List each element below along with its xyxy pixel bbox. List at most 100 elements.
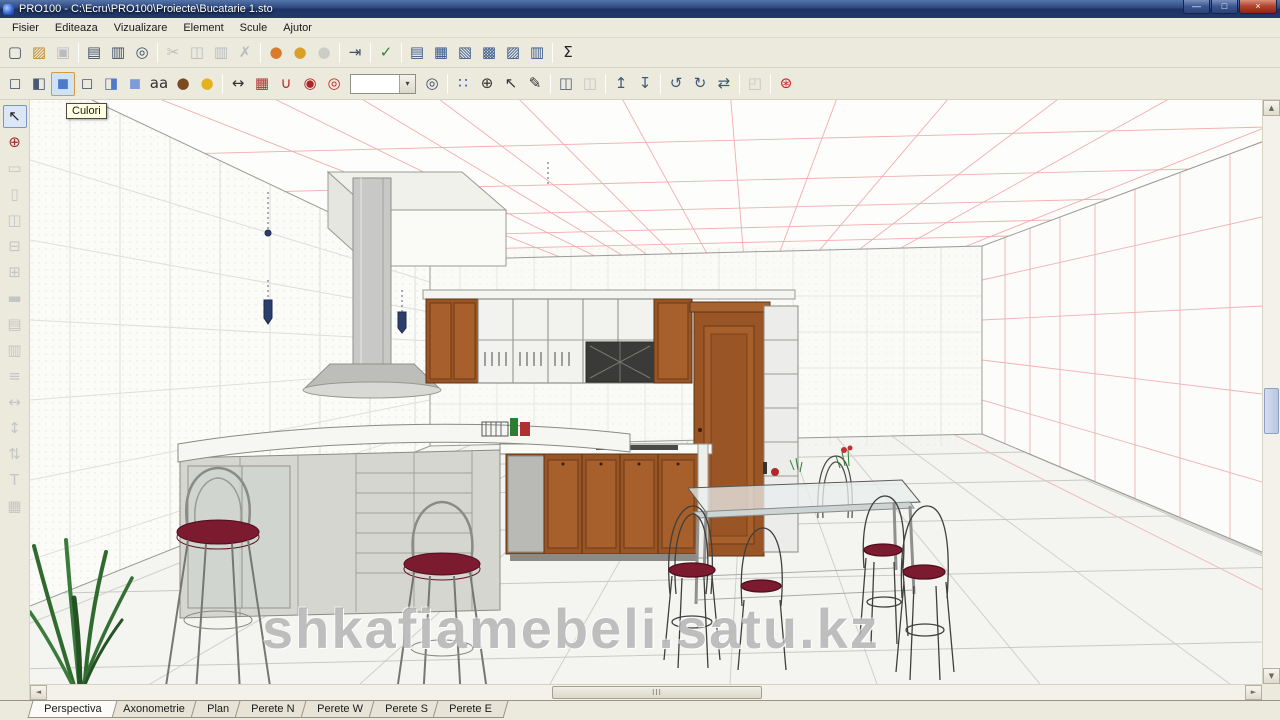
print-button[interactable]: ▥ <box>106 41 130 65</box>
ungroup-button[interactable]: ◫ <box>578 72 602 96</box>
tab-perete-e[interactable]: Perete E <box>433 701 509 718</box>
zoom-combo[interactable]: ▾ <box>350 74 416 94</box>
menu-fisier[interactable]: Fisier <box>4 20 47 36</box>
view-sketch-button[interactable]: ◧ <box>27 72 51 96</box>
rotate-left-button[interactable]: ↺ <box>664 72 688 96</box>
edit-button[interactable]: ✎ <box>523 72 547 96</box>
dim-depth-button[interactable]: ⇅ <box>3 443 27 466</box>
dim-horizontal-button[interactable]: ↔ <box>3 391 27 414</box>
view-contour-button[interactable]: ◻ <box>75 72 99 96</box>
shadow-button[interactable]: ● <box>312 41 336 65</box>
box-tool-button[interactable]: ▯ <box>3 183 27 206</box>
view-tab-label: Plan <box>207 703 229 715</box>
measure-tool-button[interactable]: ⊕ <box>3 131 27 154</box>
save-button[interactable]: ▣ <box>51 41 75 65</box>
cabinet-tool-button[interactable]: ◫ <box>3 209 27 232</box>
report-edit-button[interactable]: ▧ <box>453 41 477 65</box>
paste-button[interactable]: ▥ <box>209 41 233 65</box>
view-textured-button[interactable]: ◼ <box>123 72 147 96</box>
worktop-tool-button[interactable]: ▬ <box>3 287 27 310</box>
dimensions-button[interactable]: ↔ <box>226 72 250 96</box>
tab-perspectiva[interactable]: Perspectiva <box>28 701 118 718</box>
raytrace-button[interactable]: ● <box>288 41 312 65</box>
move-up-button[interactable]: ↥ <box>609 72 633 96</box>
select-button[interactable]: ↖ <box>499 72 523 96</box>
toolbar-view: ◻◧◼◻◨◼aa●●↔▦∪◉◎ ▾ ◎∷⊕↖✎◫◫↥↧↺↻⇄◰⊛ <box>0 68 1280 100</box>
sum-button[interactable]: Σ <box>556 41 580 65</box>
snap-center-button[interactable]: ⊕ <box>475 72 499 96</box>
light-button[interactable]: ● <box>195 72 219 96</box>
vertical-scrollbar[interactable]: ▲ ▼ <box>1262 100 1280 684</box>
dim-vertical-button[interactable]: ↕ <box>3 417 27 440</box>
menu-ajutor[interactable]: Ajutor <box>275 20 320 36</box>
menu-vizualizare[interactable]: Vizualizare <box>106 20 176 36</box>
find-button[interactable]: ◎ <box>130 41 154 65</box>
menu-element[interactable]: Element <box>175 20 231 36</box>
app-icon <box>3 4 14 15</box>
horizontal-scroll-thumb[interactable]: III <box>552 686 762 699</box>
scroll-up-button[interactable]: ▲ <box>1263 100 1280 116</box>
design-canvas[interactable]: shkafiamebeli.satu.kz <box>30 100 1262 684</box>
open-button[interactable]: ▨ <box>27 41 51 65</box>
tab-perete-n[interactable]: Perete N <box>235 701 311 718</box>
print-preview-button[interactable]: ▤ <box>82 41 106 65</box>
floor-tool-button[interactable]: ▦ <box>3 495 27 518</box>
export-button[interactable]: ⇥ <box>343 41 367 65</box>
group-button[interactable]: ◫ <box>554 72 578 96</box>
report-list-button[interactable]: ▤ <box>405 41 429 65</box>
report-preview-button[interactable]: ▦ <box>429 41 453 65</box>
view-colors-button[interactable]: ◼ <box>51 72 75 96</box>
check-button[interactable]: ✓ <box>374 41 398 65</box>
mirror-button[interactable]: ⇄ <box>712 72 736 96</box>
vertical-scroll-track[interactable] <box>1263 116 1280 668</box>
horizontal-scrollbar[interactable]: ◄ III ► <box>30 684 1262 700</box>
chevron-down-icon[interactable]: ▾ <box>399 75 415 93</box>
shelf-tool-button[interactable]: ⊟ <box>3 235 27 258</box>
new-button[interactable]: ▢ <box>3 41 27 65</box>
partition-tool-button[interactable]: ⊞ <box>3 261 27 284</box>
select-tool-button[interactable]: ↖ <box>3 105 27 128</box>
render-button[interactable]: ● <box>264 41 288 65</box>
horizontal-scroll-track[interactable]: III <box>47 685 1245 700</box>
door-tool-button[interactable]: ▤ <box>3 313 27 336</box>
copy-button[interactable]: ◫ <box>185 41 209 65</box>
rail-tool-button[interactable]: ≡ <box>3 365 27 388</box>
scroll-down-button[interactable]: ▼ <box>1263 668 1280 684</box>
price-list-button[interactable]: ▥ <box>525 41 549 65</box>
scroll-right-button[interactable]: ► <box>1245 685 1262 700</box>
move-down-button[interactable]: ↧ <box>633 72 657 96</box>
separator <box>78 43 79 63</box>
minimize-button[interactable]: — <box>1183 0 1210 14</box>
rect-tool-button[interactable]: ▭ <box>3 157 27 180</box>
material-button[interactable]: ● <box>171 72 195 96</box>
torus-button[interactable]: ◉ <box>298 72 322 96</box>
target-button[interactable]: ◎ <box>322 72 346 96</box>
knot-button[interactable]: ⊛ <box>774 72 798 96</box>
text-quality-button[interactable]: aa <box>147 72 171 96</box>
pattern-button[interactable]: ∷ <box>451 72 475 96</box>
view-wireframe-button[interactable]: ◻ <box>3 72 27 96</box>
text-tool-button[interactable]: T <box>3 469 27 492</box>
view-shaded-button[interactable]: ◨ <box>99 72 123 96</box>
magnet-button[interactable]: ∪ <box>274 72 298 96</box>
tab-axonometrie[interactable]: Axonometrie <box>107 701 202 718</box>
cut-button[interactable]: ✂ <box>161 41 185 65</box>
view-tab-label: Perete W <box>317 703 363 715</box>
scroll-left-button[interactable]: ◄ <box>30 685 47 700</box>
kitchen-render <box>30 100 1262 684</box>
drawer-tool-button[interactable]: ▥ <box>3 339 27 362</box>
delete-button[interactable]: ✗ <box>233 41 257 65</box>
menu-editeaza[interactable]: Editeaza <box>47 20 106 36</box>
close-button[interactable]: × <box>1239 0 1277 14</box>
grid-button[interactable]: ▦ <box>250 72 274 96</box>
tab-perete-w[interactable]: Perete W <box>300 701 379 718</box>
menu-scule[interactable]: Scule <box>232 20 276 36</box>
corner-button[interactable]: ◰ <box>743 72 767 96</box>
zoom-button[interactable]: ◎ <box>420 72 444 96</box>
report-columns-button[interactable]: ▩ <box>477 41 501 65</box>
vertical-scroll-thumb[interactable] <box>1264 388 1279 434</box>
maximize-button[interactable]: □ <box>1211 0 1238 14</box>
report-export-button[interactable]: ▨ <box>501 41 525 65</box>
scrollbar-corner <box>1262 684 1280 700</box>
rotate-right-button[interactable]: ↻ <box>688 72 712 96</box>
